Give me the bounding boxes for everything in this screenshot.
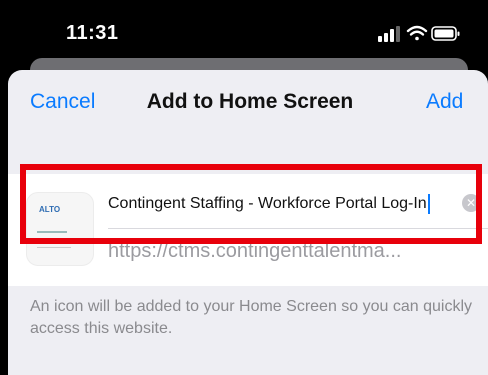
hint-text: An icon will be added to your Home Scree… [30, 298, 473, 337]
add-button[interactable]: Add [426, 90, 463, 114]
thumbnail-line [37, 247, 71, 248]
sheet-title: Add to Home Screen [146, 90, 354, 113]
highlight-box [20, 164, 482, 244]
status-time: 11:31 [66, 22, 119, 44]
cellular-signal-icon [378, 26, 400, 42]
status-bar: 11:31 [0, 0, 488, 62]
wifi-icon [406, 25, 428, 41]
status-icons [378, 24, 462, 49]
battery-icon [431, 26, 460, 41]
